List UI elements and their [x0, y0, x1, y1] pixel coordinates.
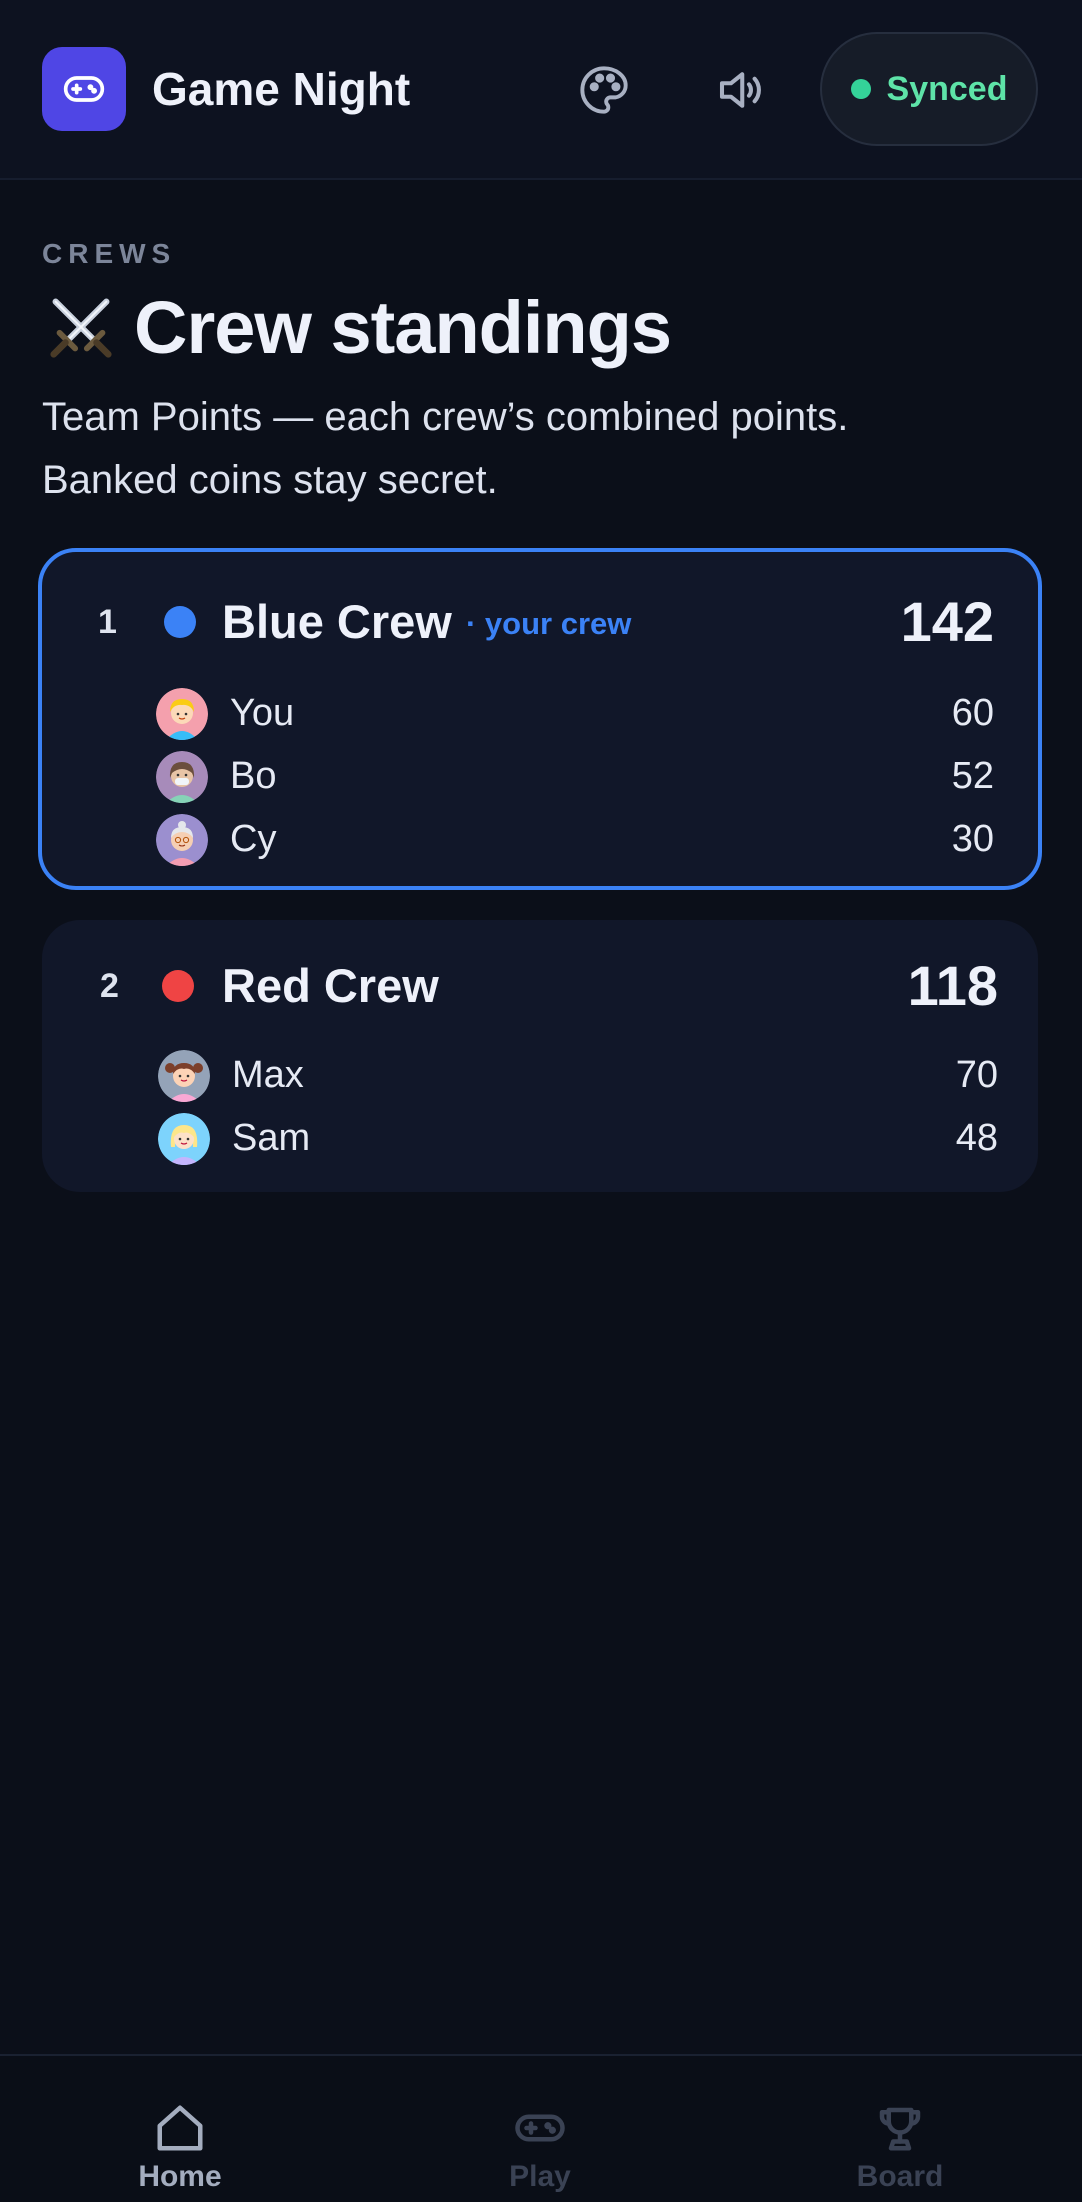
palette-icon	[580, 66, 628, 114]
member-score: 60	[951, 692, 994, 734]
gamepad-icon	[63, 76, 105, 102]
crew-rank: 2	[100, 967, 119, 1005]
crew-total: 118	[907, 954, 998, 1017]
grandma-avatar	[156, 814, 208, 866]
crew-members: Max 70 Sam 48	[42, 1044, 1038, 1170]
member-score: 70	[955, 1054, 998, 1096]
member-row: Cy 30	[42, 808, 1038, 871]
crew-header: 1 Blue Crew · your crew 142	[42, 590, 1038, 654]
nav-home-label: Home	[138, 2160, 222, 2193]
nav-home[interactable]: Home	[30, 2056, 330, 2202]
member-name: Cy	[230, 818, 277, 860]
gamepad-icon	[512, 2100, 568, 2156]
member-name: Max	[232, 1054, 304, 1096]
bottom-nav: Home Play Board	[0, 2054, 1082, 2202]
page-subtitle: Team Points — each crew’s combined point…	[42, 386, 1022, 512]
crew-total: 142	[900, 590, 994, 653]
member-row: Sam 48	[42, 1107, 1038, 1170]
member-score: 30	[951, 818, 994, 860]
app-logo	[42, 47, 126, 131]
member-name: Sam	[232, 1117, 311, 1159]
subtitle-line-2: Banked coins stay secret.	[42, 458, 498, 502]
subtitle-line-1: Team Points — each crew’s combined point…	[42, 395, 849, 439]
crew-rank: 1	[98, 603, 117, 641]
trophy-icon	[872, 2100, 928, 2156]
crew-card-red[interactable]: 2 Red Crew 118 Max 70 Sam 48	[42, 920, 1038, 1192]
sync-dot	[850, 79, 871, 99]
member-name: You	[230, 692, 295, 734]
app-header: Game Night Synced	[0, 0, 1082, 180]
page-title: Crew standings	[42, 282, 672, 372]
blonde-girl-avatar	[156, 688, 208, 740]
member-row: Bo 52	[42, 745, 1038, 808]
member-row: Max 70	[42, 1044, 1038, 1107]
sync-status-badge[interactable]: Synced	[820, 32, 1038, 146]
theme-button[interactable]	[572, 58, 636, 122]
masked-person-avatar	[156, 751, 208, 803]
section-eyebrow: CREWS	[42, 238, 177, 269]
crew-members: You 60 Bo 52 Cy 30	[42, 682, 1038, 871]
crew-header: 2 Red Crew 118	[42, 954, 1038, 1018]
nav-play-label: Play	[509, 2160, 571, 2193]
crew-card-blue[interactable]: 1 Blue Crew · your crew 142 You 60 Bo 52…	[38, 548, 1042, 890]
your-crew-tag: · your crew	[466, 606, 632, 641]
crew-color-dot	[164, 606, 196, 638]
pigtails-girl-avatar	[158, 1050, 210, 1102]
nav-board-label: Board	[856, 2160, 944, 2193]
speaker-icon	[719, 72, 761, 108]
crew-name: Red Crew	[222, 959, 439, 1012]
member-score: 48	[955, 1117, 998, 1159]
crew-color-dot	[162, 970, 194, 1002]
member-name: Bo	[230, 755, 277, 797]
sound-button[interactable]	[708, 58, 772, 122]
member-row: You 60	[42, 682, 1038, 745]
crew-name: Blue Crew	[222, 595, 452, 648]
nav-board[interactable]: Board	[750, 2056, 1050, 2202]
sync-label: Synced	[886, 69, 1008, 108]
nav-play[interactable]: Play	[390, 2056, 690, 2202]
page-title-text: Crew standings	[134, 285, 672, 369]
app-title: Game Night	[152, 63, 411, 115]
crossed-swords-icon	[50, 298, 112, 358]
home-icon	[152, 2100, 208, 2156]
blonde-woman-avatar	[158, 1113, 210, 1165]
member-score: 52	[951, 755, 994, 797]
